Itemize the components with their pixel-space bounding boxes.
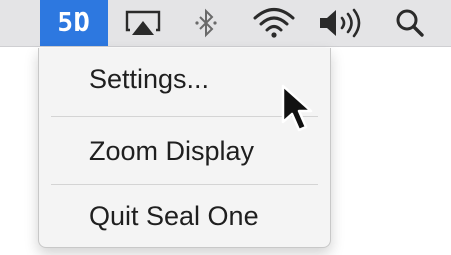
airplay-icon bbox=[125, 10, 161, 35]
menu-item-label: Zoom Display bbox=[89, 135, 255, 166]
seal-one-dropdown-menu: Settings... Zoom Display Quit Seal One bbox=[38, 48, 331, 248]
volume-icon bbox=[320, 8, 361, 38]
bluetooth-icon bbox=[195, 8, 217, 38]
seal-one-logo-icon: 5Ɒ bbox=[57, 8, 91, 38]
menu-item-quit-seal-one[interactable]: Quit Seal One bbox=[39, 184, 330, 248]
menu-separator bbox=[51, 116, 318, 117]
spotlight-search-menu-extra[interactable] bbox=[388, 0, 432, 46]
mouse-pointer-icon bbox=[281, 84, 313, 132]
menu-item-label: Settings... bbox=[89, 64, 210, 94]
wifi-icon bbox=[253, 8, 295, 38]
menu-bar: 5Ɒ bbox=[0, 0, 451, 47]
volume-menu-extra[interactable] bbox=[313, 0, 369, 46]
menu-item-label: Quit Seal One bbox=[89, 200, 259, 231]
wifi-menu-extra[interactable] bbox=[246, 0, 302, 46]
seal-one-menu-extra[interactable]: 5Ɒ bbox=[40, 0, 108, 46]
bluetooth-menu-extra[interactable] bbox=[186, 0, 226, 46]
airplay-menu-extra[interactable] bbox=[118, 0, 168, 46]
spotlight-search-icon bbox=[396, 9, 424, 37]
